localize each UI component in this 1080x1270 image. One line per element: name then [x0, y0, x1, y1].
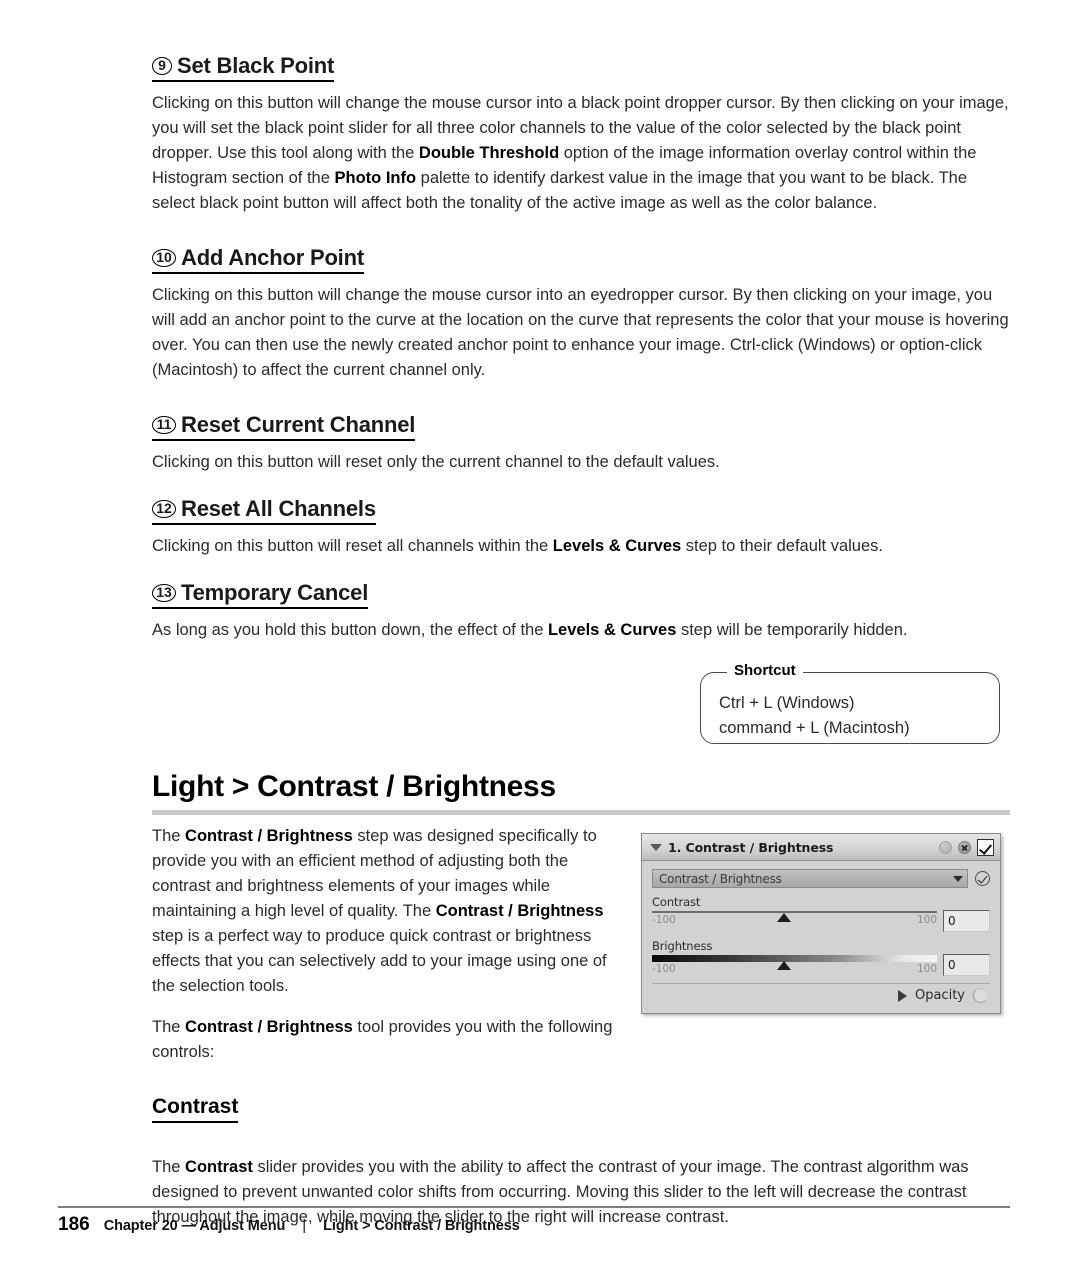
brightness-slider-label: Brightness	[652, 939, 713, 953]
step-number-badge: 13	[152, 584, 176, 602]
heading-title: Reset Current Channel	[181, 412, 416, 437]
brightness-slider-min: -100	[652, 963, 676, 975]
method-dropdown-row: Contrast / Brightness	[652, 869, 990, 888]
contrast-slider-track	[652, 911, 937, 913]
brightness-slider-block: Brightness -100 100 0	[652, 939, 990, 976]
reset-circle-icon[interactable]	[939, 840, 952, 854]
contrast-value-field[interactable]: 0	[943, 910, 990, 932]
heading-title: Temporary Cancel	[181, 580, 369, 605]
heading-title: Add Anchor Point	[181, 245, 364, 270]
opacity-knob-icon[interactable]	[973, 988, 988, 1003]
opacity-label: Opacity	[914, 988, 965, 1003]
heading-reset-all-channels: 12 Reset All Channels	[152, 497, 1010, 525]
contrast-subheading: Contrast	[152, 1095, 239, 1123]
section-heading: Light > Contrast / Brightness	[152, 770, 556, 803]
contrast-slider-label: Contrast	[652, 895, 701, 909]
document-page: 9 Set Black Point Clicking on this button…	[0, 0, 1080, 1270]
paragraph-reset-all-channels: Clicking on this button will reset all c…	[152, 537, 883, 555]
paragraph-reset-current-channel: Clicking on this button will reset only …	[152, 453, 720, 471]
section-divider	[152, 810, 1010, 815]
delete-circle-x-icon[interactable]	[958, 840, 971, 854]
brightness-value-field[interactable]: 0	[943, 954, 990, 976]
contrast-slider[interactable]: -100 100	[652, 910, 937, 926]
footer-separator: |	[302, 1217, 307, 1234]
footer-chapter: Chapter 20 — Adjust Menu	[103, 1218, 286, 1234]
method-dropdown-value: Contrast / Brightness	[659, 871, 782, 886]
contrast-slider-max: 100	[916, 914, 937, 926]
step-number-badge: 12	[152, 500, 176, 518]
panel-titlebar[interactable]: 1. Contrast / Brightness	[642, 834, 1000, 861]
step-number-badge: 9	[152, 57, 172, 75]
expand-triangle-icon[interactable]	[897, 989, 907, 1002]
chevron-down-icon[interactable]	[953, 875, 963, 882]
contrast-brightness-panel[interactable]: 1. Contrast / Brightness Contrast / Brig…	[641, 833, 1001, 1014]
contrast-slider-thumb[interactable]	[777, 913, 792, 922]
brightness-slider-track	[652, 955, 937, 962]
opacity-row[interactable]: Opacity	[652, 984, 990, 1003]
article-content: 9 Set Black Point Clicking on this button…	[152, 54, 1010, 643]
heading-title: Set Black Point	[177, 53, 335, 78]
step-number-badge: 10	[152, 249, 176, 267]
brightness-slider[interactable]: -100 100	[652, 954, 937, 975]
shortcut-callout: Shortcut Ctrl + L (Windows) command + L …	[700, 662, 1000, 744]
collapse-triangle-icon[interactable]	[650, 843, 662, 851]
heading-temporary-cancel: 13 Temporary Cancel	[152, 581, 1010, 609]
paragraph-set-black-point: Clicking on this button will change the …	[152, 94, 1009, 212]
contrast-slider-min: -100	[652, 914, 676, 926]
paragraph-temporary-cancel: As long as you hold this button down, th…	[152, 621, 908, 639]
paragraph-add-anchor-point: Clicking on this button will change the …	[152, 286, 1009, 379]
step-number-badge: 11	[152, 416, 176, 434]
panel-title: 1. Contrast / Brightness	[668, 839, 834, 855]
panel-header-icons	[939, 838, 994, 856]
contrast-slider-block: Contrast -100 100 0	[652, 895, 990, 932]
paragraph-contrast-brightness-intro: The Contrast / Brightness step was desig…	[152, 827, 607, 995]
shortcut-legend: Shortcut	[727, 662, 803, 680]
brightness-slider-max: 100	[916, 963, 937, 975]
heading-add-anchor-point: 10 Add Anchor Point	[152, 246, 1010, 274]
page-footer: 186 Chapter 20 — Adjust Menu | Light > C…	[58, 1214, 520, 1236]
heading-reset-current-channel: 11 Reset Current Channel	[152, 413, 1010, 441]
method-dropdown[interactable]: Contrast / Brightness	[652, 869, 968, 888]
paragraph-controls-lead-in: The Contrast / Brightness tool provides …	[152, 1018, 613, 1061]
heading-set-black-point: 9 Set Black Point	[152, 54, 1010, 82]
footer-divider	[58, 1206, 1010, 1208]
shortcut-box: Shortcut Ctrl + L (Windows) command + L …	[700, 662, 1000, 744]
section-heading-block: Light > Contrast / Brightness	[152, 770, 1010, 815]
shortcut-windows: Ctrl + L (Windows)	[719, 694, 855, 712]
brightness-slider-thumb[interactable]	[777, 961, 792, 970]
apply-check-icon[interactable]	[975, 871, 990, 886]
footer-path: Light > Contrast / Brightness	[323, 1218, 520, 1234]
enable-step-checkbox[interactable]	[977, 838, 994, 856]
shortcut-macintosh: command + L (Macintosh)	[719, 719, 910, 737]
page-number: 186	[58, 1214, 90, 1235]
panel-body: Contrast / Brightness Contrast -100 100	[642, 861, 1000, 1003]
heading-title: Reset All Channels	[181, 496, 376, 521]
